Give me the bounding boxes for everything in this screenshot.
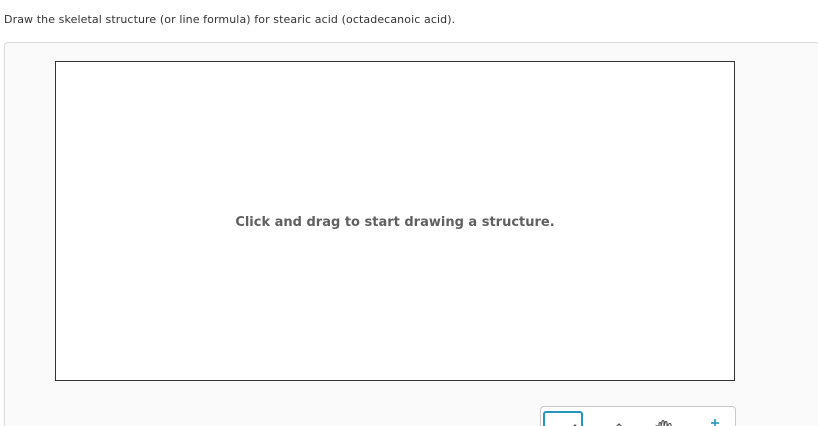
- page: Draw the skeletal structure (or line for…: [0, 0, 818, 426]
- eraser-tool-button[interactable]: [597, 411, 637, 426]
- pencil-tool-button[interactable]: [543, 411, 583, 426]
- charge-tool-button[interactable]: [691, 411, 731, 426]
- canvas-hint: Click and drag to start drawing a struct…: [235, 215, 555, 230]
- drawing-canvas[interactable]: Click and drag to start drawing a struct…: [55, 61, 735, 381]
- charge-icon: [711, 419, 719, 426]
- question-text: Draw the skeletal structure (or line for…: [4, 13, 456, 26]
- pencil-icon: [573, 424, 577, 426]
- hand-tool-button[interactable]: [643, 411, 683, 426]
- drawing-toolbar: [540, 406, 736, 426]
- eraser-icon: [616, 423, 622, 426]
- hand-icon: [655, 419, 672, 426]
